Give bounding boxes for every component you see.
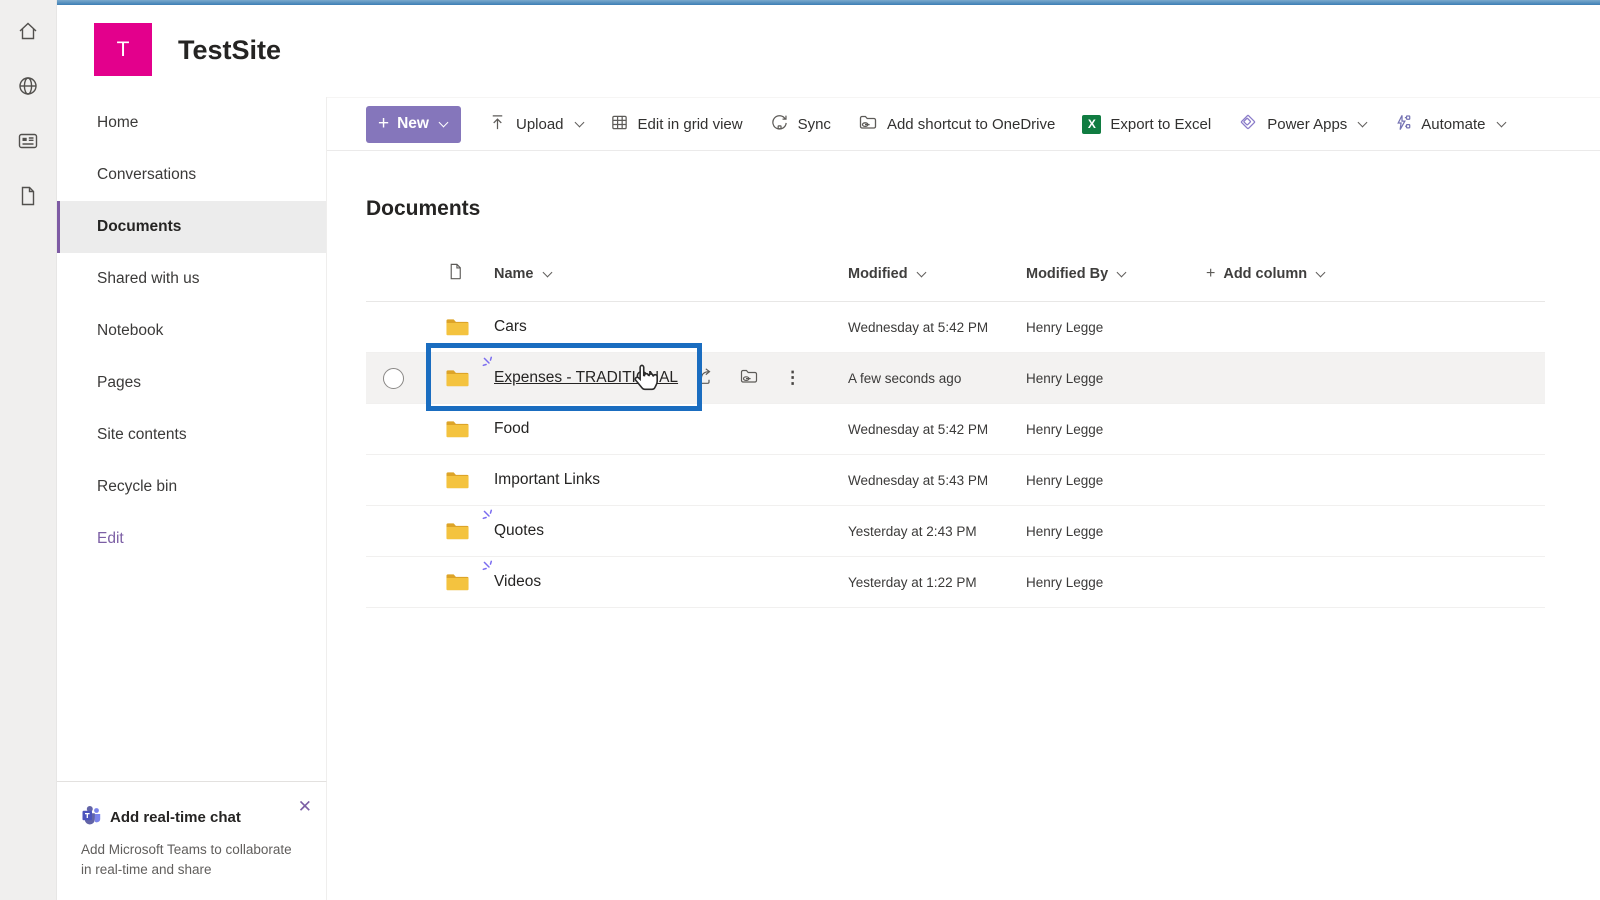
upload-icon <box>488 113 507 136</box>
upload-button[interactable]: Upload <box>488 113 584 136</box>
plus-icon: + <box>1206 265 1216 282</box>
close-icon[interactable]: ✕ <box>298 798 312 815</box>
table-row-expenses-traditional[interactable]: Expenses - TRADITIONAL ⋮ A few seconds a… <box>366 353 1545 404</box>
news-icon[interactable] <box>15 128 41 154</box>
teams-icon <box>81 804 102 830</box>
add-shortcut-icon <box>858 112 878 136</box>
sidebar-item-home[interactable]: Home <box>57 97 326 149</box>
column-header-modified-by[interactable]: Modified By <box>1016 266 1196 282</box>
table-row-videos[interactable]: Videos Yesterday at 1:22 PM Henry Legge <box>366 557 1545 608</box>
new-item-sparkle-icon <box>482 356 495 374</box>
new-button[interactable]: + New <box>366 105 461 143</box>
modified-cell: A few seconds ago <box>848 370 962 386</box>
table-row-important-links[interactable]: Important Links Wednesday at 5:43 PM Hen… <box>366 455 1545 506</box>
sidebar-edit-link[interactable]: Edit <box>57 513 326 565</box>
folder-icon <box>446 471 469 488</box>
folder-icon <box>446 522 469 539</box>
plus-icon: + <box>378 113 390 134</box>
chevron-down-icon <box>542 267 552 278</box>
document-type-icon[interactable] <box>446 262 478 286</box>
table-row-cars[interactable]: Cars Wednesday at 5:42 PM Henry Legge <box>366 302 1545 353</box>
sidebar-item-conversations[interactable]: Conversations <box>57 149 326 201</box>
folder-icon <box>446 318 469 335</box>
column-header-add-column[interactable]: + Add column <box>1196 265 1545 283</box>
chevron-down-icon <box>1357 117 1368 128</box>
column-header-name[interactable]: Name <box>478 266 838 282</box>
app-bar <box>0 0 57 900</box>
page-title: Documents <box>366 197 481 220</box>
file-icon[interactable] <box>15 183 41 209</box>
modified-cell: Wednesday at 5:43 PM <box>848 472 989 488</box>
row-select-radio[interactable] <box>383 367 404 389</box>
column-header-modified[interactable]: Modified <box>838 266 1016 282</box>
folder-name-link[interactable]: Cars <box>494 318 527 335</box>
folder-icon <box>446 573 469 590</box>
modified-cell: Wednesday at 5:42 PM <box>848 319 989 335</box>
modified-by-cell: Henry Legge <box>1026 523 1104 539</box>
sidebar-item-notebook[interactable]: Notebook <box>57 305 326 357</box>
modified-by-cell: Henry Legge <box>1026 319 1104 335</box>
table-rows: Cars Wednesday at 5:42 PM Henry Legge Ex… <box>366 302 1545 608</box>
site-title: TestSite <box>178 35 282 65</box>
table-header-row: Name Modified Modified By + Add column <box>366 247 1545 302</box>
sync-icon <box>770 113 789 136</box>
chevron-down-icon <box>1116 267 1127 278</box>
site-header: T TestSite <box>57 5 1600 97</box>
side-navigation: Home Conversations Documents Shared with… <box>57 97 327 900</box>
modified-by-cell: Henry Legge <box>1026 421 1104 437</box>
table-row-food[interactable]: Food Wednesday at 5:42 PM Henry Legge <box>366 404 1545 455</box>
promo-title: Add real-time chat <box>110 808 241 826</box>
excel-icon: X <box>1082 114 1102 134</box>
site-logo[interactable]: T <box>94 23 152 76</box>
folder-name-link[interactable]: Quotes <box>494 522 544 539</box>
grid-view-icon <box>610 113 629 136</box>
teams-promo-card: ✕ Add real-time chat Add Microsoft Teams… <box>57 781 327 900</box>
more-actions-icon[interactable]: ⋮ <box>784 368 801 388</box>
main-content: + New Upload Edit in grid view Sync Add … <box>327 97 1600 900</box>
add-shortcut-to-onedrive-button[interactable]: Add shortcut to OneDrive <box>858 112 1055 136</box>
folder-icon <box>446 420 469 437</box>
globe-icon[interactable] <box>15 73 41 99</box>
sidebar-item-site-contents[interactable]: Site contents <box>57 409 326 461</box>
share-icon[interactable] <box>694 366 714 391</box>
power-apps-icon <box>1238 112 1258 136</box>
chevron-down-icon <box>574 117 584 128</box>
modified-by-cell: Henry Legge <box>1026 370 1104 386</box>
new-item-sparkle-icon <box>482 560 495 578</box>
export-to-excel-button[interactable]: X Export to Excel <box>1082 114 1211 134</box>
documents-table: Name Modified Modified By + Add column C… <box>366 247 1545 608</box>
promo-body: Add Microsoft Teams to collaborate in re… <box>81 842 292 878</box>
folder-name-link[interactable]: Food <box>494 420 529 437</box>
sidebar-item-shared-with-us[interactable]: Shared with us <box>57 253 326 305</box>
folder-name-link[interactable]: Important Links <box>494 471 600 488</box>
sidebar-item-recycle-bin[interactable]: Recycle bin <box>57 461 326 513</box>
chevron-down-icon <box>1315 267 1326 278</box>
sync-button[interactable]: Sync <box>770 113 831 136</box>
power-apps-button[interactable]: Power Apps <box>1238 112 1368 136</box>
new-item-sparkle-icon <box>482 509 495 527</box>
edit-in-grid-view-button[interactable]: Edit in grid view <box>610 113 743 136</box>
command-bar: + New Upload Edit in grid view Sync Add … <box>327 98 1600 151</box>
sidebar-item-documents[interactable]: Documents <box>57 201 326 253</box>
chevron-down-icon <box>438 117 449 128</box>
modified-cell: Yesterday at 2:43 PM <box>848 523 977 539</box>
modified-by-cell: Henry Legge <box>1026 574 1104 590</box>
folder-icon <box>446 369 469 386</box>
modified-cell: Yesterday at 1:22 PM <box>848 574 977 590</box>
add-shortcut-icon[interactable] <box>739 366 759 391</box>
chevron-down-icon <box>1496 117 1506 128</box>
folder-name-link[interactable]: Expenses - TRADITIONAL <box>494 369 678 386</box>
home-icon[interactable] <box>15 18 41 44</box>
sidebar-item-pages[interactable]: Pages <box>57 357 326 409</box>
automate-icon <box>1393 113 1412 136</box>
chevron-down-icon <box>916 267 927 278</box>
automate-button[interactable]: Automate <box>1393 113 1506 136</box>
table-row-quotes[interactable]: Quotes Yesterday at 2:43 PM Henry Legge <box>366 506 1545 557</box>
modified-cell: Wednesday at 5:42 PM <box>848 421 989 437</box>
modified-by-cell: Henry Legge <box>1026 472 1104 488</box>
folder-name-link[interactable]: Videos <box>494 573 541 590</box>
